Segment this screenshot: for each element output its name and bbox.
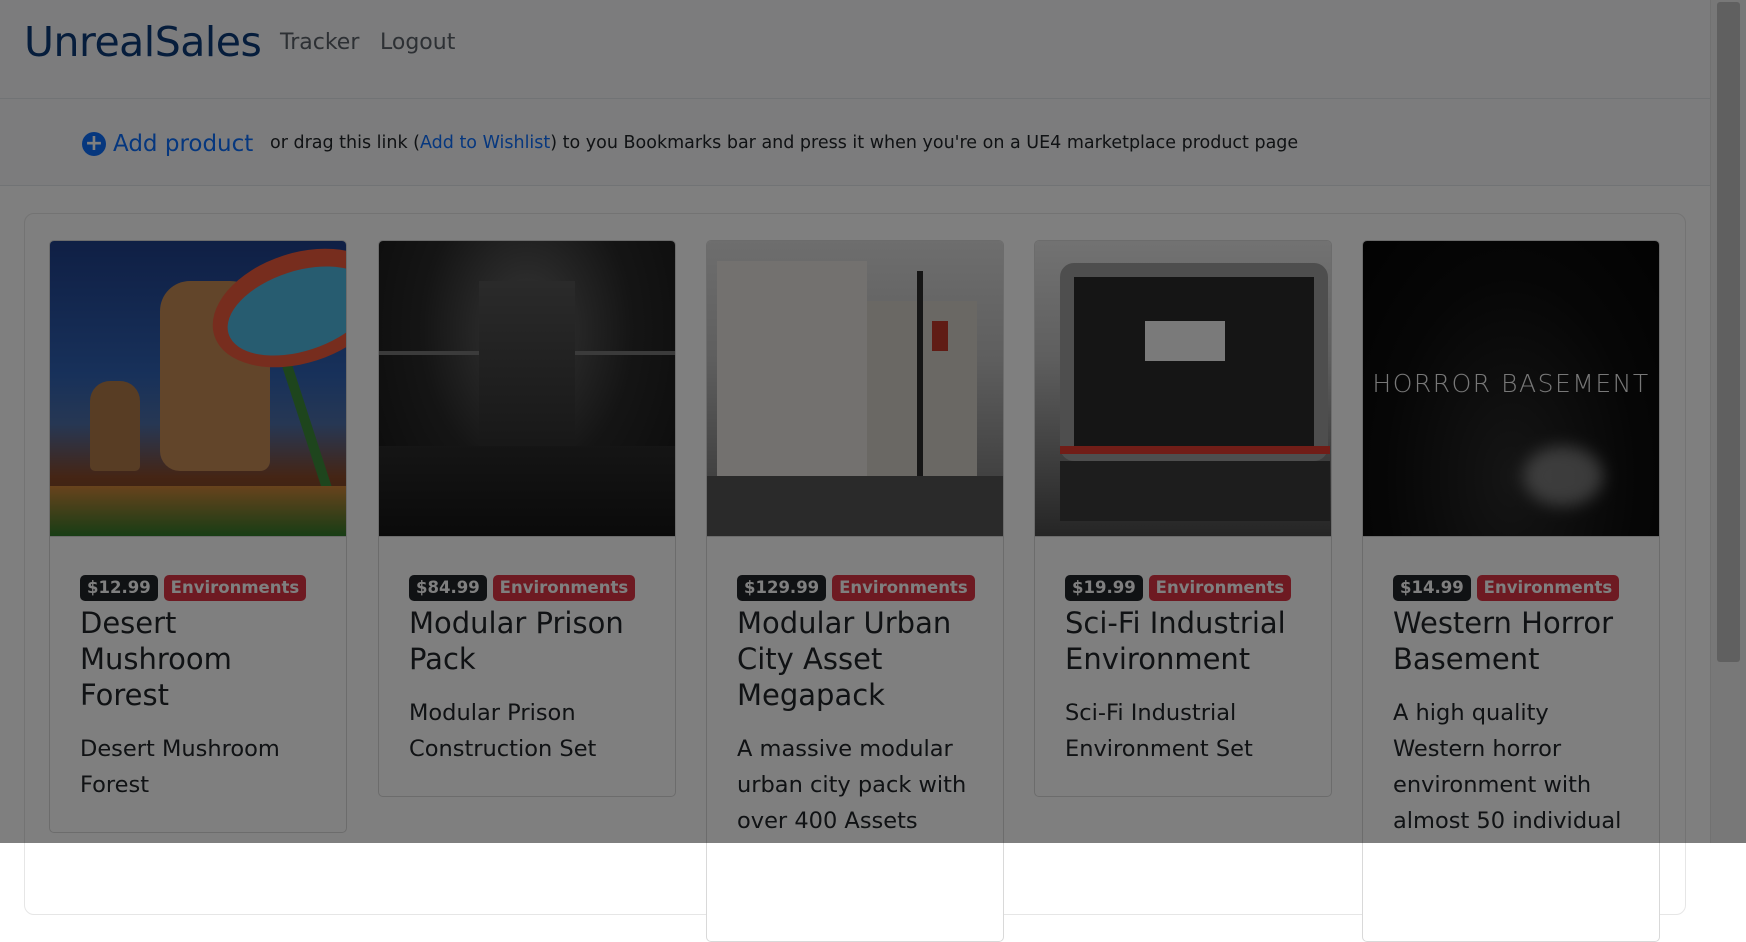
modal-backdrop[interactable] xyxy=(0,0,1746,843)
